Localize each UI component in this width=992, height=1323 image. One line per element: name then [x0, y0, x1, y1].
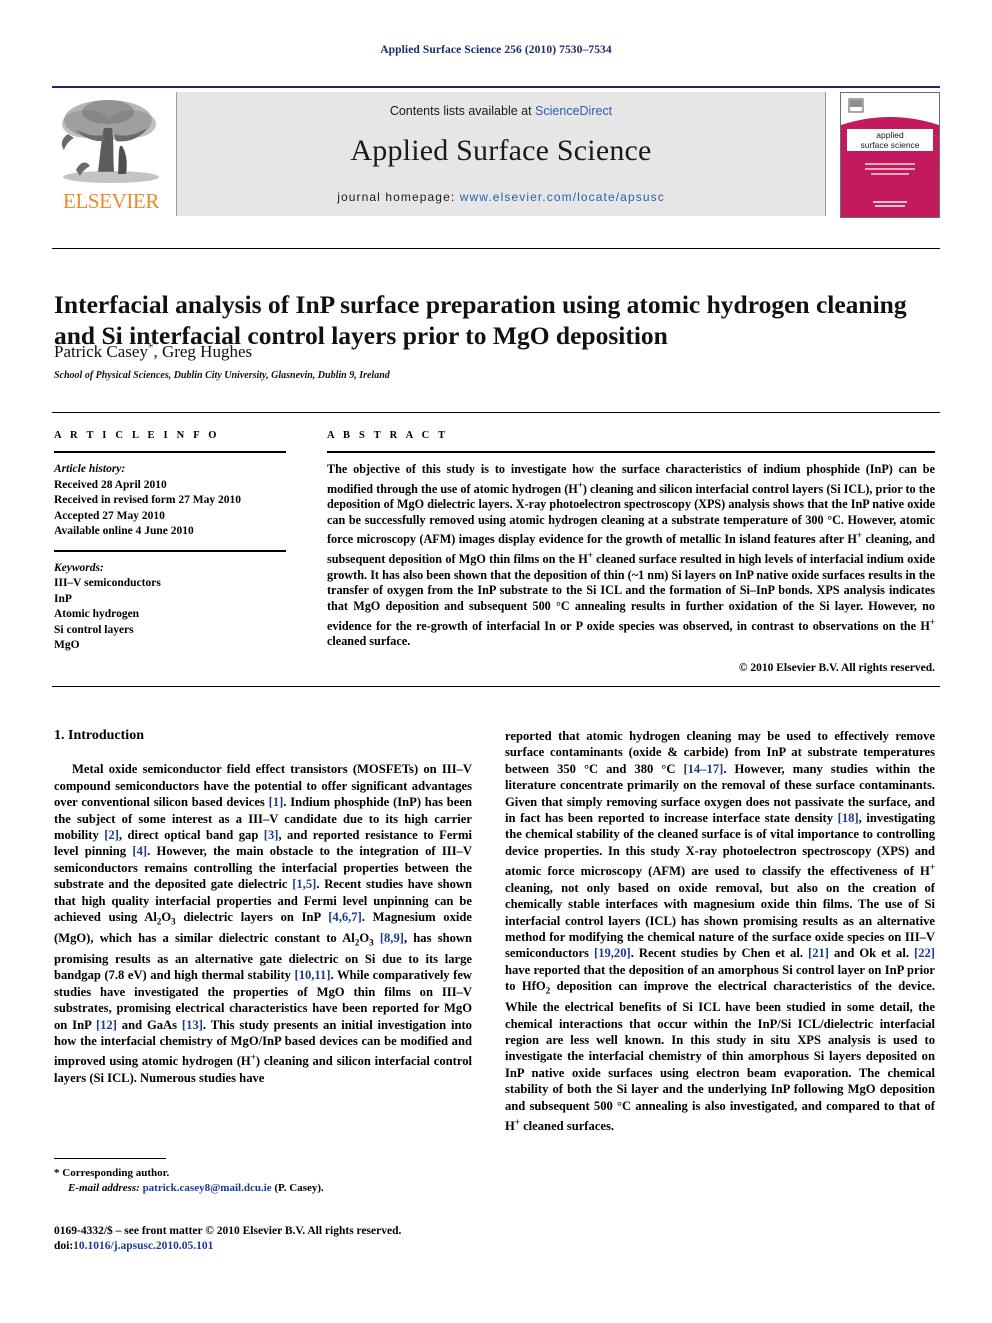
body-column-left: 1. Introduction Metal oxide semiconducto…	[54, 728, 472, 1086]
intro-paragraph-left: Metal oxide semiconductor field effect t…	[54, 762, 473, 1085]
citation-reference[interactable]: [10,11]	[295, 968, 331, 982]
keywords-label: Keywords:	[54, 561, 104, 574]
author-list: Patrick Casey*, Greg Hughes	[54, 341, 934, 362]
info-bottom-rule	[52, 686, 940, 687]
history-item: Accepted 27 May 2010	[54, 509, 165, 522]
keyword-item: III–V semiconductors	[54, 577, 161, 589]
running-head: Applied Surface Science 256 (2010) 7530–…	[380, 44, 612, 56]
journal-masthead: ELSEVIER Contents lists available at Sci…	[52, 92, 940, 218]
keyword-item: Si control layers	[54, 623, 134, 636]
history-item: Received in revised form 27 May 2010	[54, 494, 241, 506]
svg-text:applied: applied	[876, 130, 904, 140]
sciencedirect-link[interactable]: ScienceDirect	[535, 104, 612, 118]
citation-reference[interactable]: [4,6,7]	[328, 910, 362, 924]
article-history-label: Article history:	[54, 463, 126, 475]
elsevier-wordmark: ELSEVIER	[63, 189, 159, 213]
citation-reference[interactable]: [13]	[182, 1018, 203, 1032]
journal-cover-art: applied surface science	[841, 93, 939, 217]
corresponding-author-footnote: * Corresponding author. E-mail address: …	[54, 1166, 472, 1195]
abstract-heading: A B S T R A C T	[327, 430, 449, 441]
citation-reference[interactable]: [19,20]	[594, 946, 631, 960]
abstract-text: The objective of this study is to invest…	[327, 462, 936, 649]
doi-label: doi:	[54, 1240, 74, 1252]
corresponding-marker-sup: *	[147, 341, 154, 353]
article-info-rule	[54, 451, 286, 453]
elsevier-tree-icon	[61, 100, 159, 183]
footnote-divider	[54, 1158, 166, 1159]
issn-copyright-block: 0169-4332/$ – see front matter © 2010 El…	[54, 1224, 484, 1254]
masthead-top-rule	[52, 86, 940, 88]
elsevier-logo: ELSEVIER	[52, 92, 170, 216]
keywords-block: Keywords: III–V semiconductors InP Atomi…	[54, 561, 286, 654]
citation-reference[interactable]: [4]	[132, 844, 147, 858]
keywords-rule	[54, 549, 286, 552]
keyword-item: MgO	[54, 639, 80, 651]
email-suffix: (P. Casey).	[274, 1181, 324, 1194]
journal-homepage-line: journal homepage: www.elsevier.com/locat…	[177, 190, 825, 204]
citation-reference[interactable]: [18]	[838, 811, 859, 825]
abstract-copyright: © 2010 Elsevier B.V. All rights reserved…	[738, 661, 935, 674]
journal-homepage-link[interactable]: www.elsevier.com/locate/apsusc	[460, 190, 665, 204]
homepage-prefix-text: journal homepage:	[337, 190, 456, 204]
intro-paragraph-right: reported that atomic hydrogen cleaning m…	[505, 729, 935, 1134]
paper-page: Applied Surface Science 256 (2010) 7530–…	[0, 0, 992, 1323]
author-names: Patrick Casey*, Greg Hughes	[54, 341, 253, 361]
citation-reference[interactable]: [22]	[914, 946, 935, 960]
corresponding-author-line: * Corresponding author.	[54, 1166, 472, 1181]
author-affiliation: School of Physical Sciences, Dublin City…	[54, 370, 390, 381]
keyword-item: Atomic hydrogen	[54, 608, 140, 620]
citation-reference[interactable]: [3]	[264, 828, 279, 842]
email-line: E-mail address: patrick.casey8@mail.dcu.…	[54, 1181, 472, 1196]
email-label: E-mail address:	[68, 1181, 140, 1194]
citation-reference[interactable]: [12]	[96, 1018, 117, 1032]
section-heading-introduction: 1. Introduction	[54, 728, 144, 743]
doi-line: doi:10.1016/j.apsusc.2010.05.101	[54, 1239, 484, 1254]
svg-text:surface science: surface science	[860, 140, 919, 150]
citation-reference[interactable]: [1]	[269, 795, 284, 809]
citation-reference[interactable]: [14–17]	[683, 762, 723, 776]
article-info-column: A R T I C L E I N F O Article history: R…	[54, 430, 286, 654]
corresponding-author-marker: *	[54, 1167, 60, 1179]
citation-reference[interactable]: [2]	[104, 828, 119, 842]
doi-link[interactable]: 10.1016/j.apsusc.2010.05.101	[73, 1240, 213, 1252]
title-divider	[52, 248, 940, 249]
author-email-link[interactable]: patrick.casey8@mail.dcu.ie	[143, 1182, 272, 1194]
info-top-rule	[52, 412, 940, 413]
citation-reference[interactable]: [21]	[808, 946, 829, 960]
journal-title: Applied Surface Science	[350, 134, 652, 167]
abstract-column: A B S T R A C T The objective of this st…	[327, 430, 935, 674]
history-item: Available online 4 June 2010	[54, 525, 194, 537]
abstract-rule	[327, 451, 935, 453]
corresponding-author-text: Corresponding author.	[62, 1167, 170, 1179]
issn-line: 0169-4332/$ – see front matter © 2010 El…	[54, 1225, 402, 1237]
contents-available-line: Contents lists available at ScienceDirec…	[177, 104, 825, 118]
citation-reference[interactable]: [1,5]	[292, 877, 316, 891]
masthead-center-panel: Contents lists available at ScienceDirec…	[176, 92, 826, 216]
keyword-item: InP	[54, 592, 72, 605]
article-info-heading: A R T I C L E I N F O	[54, 430, 220, 441]
contents-prefix-text: Contents lists available at	[389, 104, 536, 118]
journal-cover-thumbnail: applied surface science	[840, 92, 940, 218]
citation-reference[interactable]: [8,9]	[380, 931, 404, 945]
body-column-right: reported that atomic hydrogen cleaning m…	[505, 728, 935, 1135]
history-item: Received 28 April 2010	[54, 478, 167, 491]
